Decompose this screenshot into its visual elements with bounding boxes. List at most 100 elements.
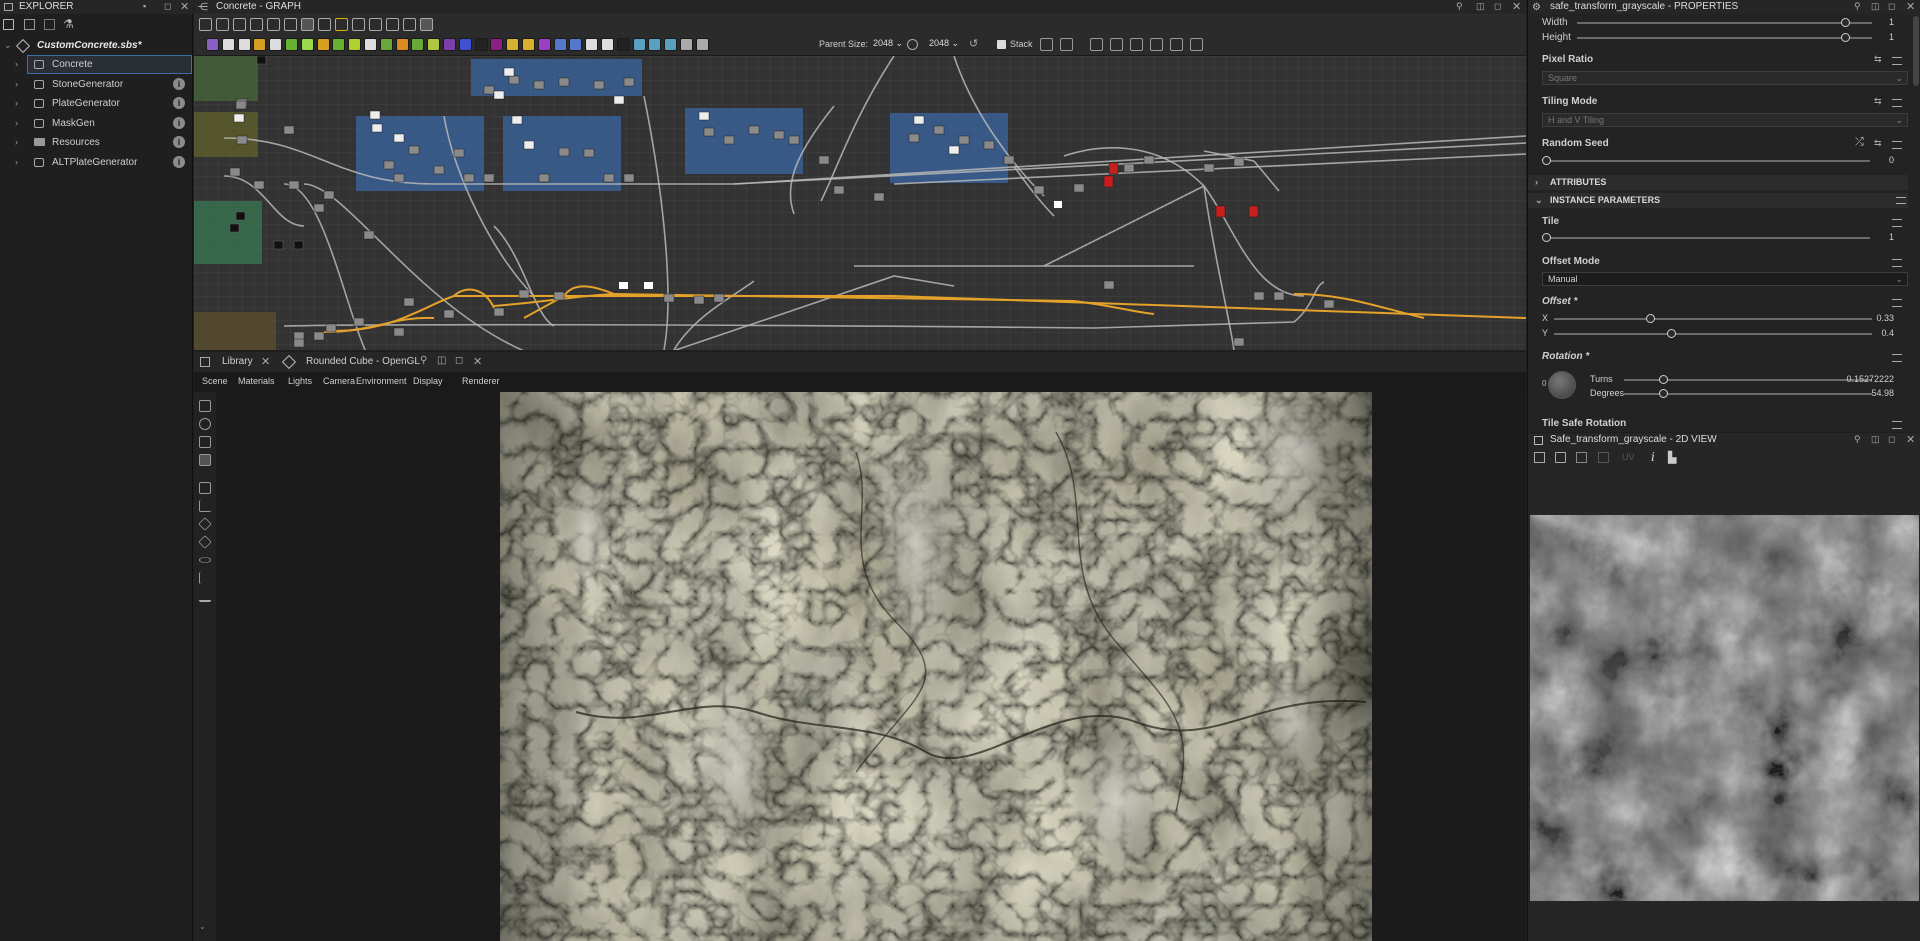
tile-value[interactable]: 1 xyxy=(1889,232,1894,242)
graph-node-white[interactable] xyxy=(233,113,245,123)
graph-node[interactable] xyxy=(283,125,295,135)
info-icon[interactable]: i xyxy=(173,77,185,90)
atomic-node-10-icon[interactable] xyxy=(348,38,362,51)
graph-node[interactable] xyxy=(393,173,405,183)
graph-node[interactable] xyxy=(1203,163,1215,173)
atomic-node-1-icon[interactable] xyxy=(206,38,219,51)
graph-node-red[interactable] xyxy=(1103,175,1114,188)
instance-parameters-section[interactable]: ⌄ INSTANCE PARAMETERS xyxy=(1528,193,1908,208)
float-icon[interactable]: ◫ xyxy=(1871,1,1880,12)
graph-node-white[interactable] xyxy=(948,145,960,155)
export-icon[interactable] xyxy=(403,18,416,31)
random-seed-knob[interactable] xyxy=(1542,156,1551,165)
graph-node-white[interactable] xyxy=(644,282,653,289)
chevron-right-icon[interactable]: › xyxy=(15,56,18,73)
node-graph[interactable] xyxy=(194,56,1526,350)
float-icon[interactable]: ◫ xyxy=(1871,434,1880,445)
graph-node[interactable] xyxy=(1273,291,1285,301)
graph-node[interactable] xyxy=(463,173,475,183)
environment-icon[interactable] xyxy=(199,436,211,448)
close-icon[interactable]: ✕ xyxy=(261,355,270,368)
graph-node[interactable] xyxy=(293,338,305,348)
offset-y-knob[interactable] xyxy=(1667,329,1676,338)
tiling-mode-select[interactable]: H and V Tiling ⌄ xyxy=(1542,113,1908,127)
save-image-icon[interactable] xyxy=(1555,452,1566,463)
frame-icon[interactable] xyxy=(199,482,211,494)
graph-node-white[interactable] xyxy=(913,115,925,125)
publish-icon[interactable]: ⚗ xyxy=(63,17,74,31)
graph-node-white[interactable] xyxy=(523,140,535,150)
atomic-node-19-icon[interactable] xyxy=(490,38,504,51)
graph-node-black[interactable] xyxy=(256,56,267,65)
graph-node[interactable] xyxy=(1143,155,1155,165)
atomic-node-14-icon[interactable] xyxy=(411,38,425,51)
info-icon[interactable]: i xyxy=(173,155,185,168)
atomic-node-18-icon[interactable] xyxy=(474,38,488,51)
graph-node-black[interactable] xyxy=(235,211,246,221)
graph-node[interactable] xyxy=(663,293,675,303)
graph-node-white[interactable] xyxy=(503,67,515,77)
atomic-node-28-icon[interactable] xyxy=(632,38,646,51)
mesh-icon[interactable] xyxy=(198,535,212,549)
tree-item-concrete[interactable]: › Concrete xyxy=(15,55,192,74)
menu-scene[interactable]: Scene xyxy=(202,376,228,386)
fit-icon[interactable] xyxy=(1534,452,1545,463)
distribute-v-icon[interactable] xyxy=(1060,38,1073,51)
graph-node-white[interactable] xyxy=(493,90,505,100)
reset-icon[interactable]: ↺ xyxy=(969,37,978,50)
shuffle-icon[interactable]: ⤮ xyxy=(1855,136,1864,149)
tile-slider[interactable] xyxy=(1550,237,1870,239)
maximize-icon[interactable]: ◻ xyxy=(164,1,171,12)
pan-icon[interactable] xyxy=(216,18,229,31)
menu-camera[interactable]: Camera xyxy=(323,376,355,386)
graph-node[interactable] xyxy=(1003,155,1015,165)
layout-icon[interactable] xyxy=(301,18,314,31)
pin-icon[interactable]: ▪ xyxy=(143,1,146,11)
graph-node-white[interactable] xyxy=(369,110,381,120)
graph-node[interactable] xyxy=(1033,185,1045,195)
graph-node[interactable] xyxy=(508,75,520,85)
graph-node-black[interactable] xyxy=(273,240,284,250)
align-icon[interactable] xyxy=(284,18,297,31)
atomic-node-32-icon[interactable] xyxy=(695,38,709,51)
align-center-icon[interactable] xyxy=(1110,38,1123,51)
info-icon[interactable]: i xyxy=(1651,450,1655,464)
chevron-down-icon[interactable]: ⌄ xyxy=(4,37,12,54)
graph-node[interactable] xyxy=(833,185,845,195)
graph-node-white[interactable] xyxy=(371,123,383,133)
graph-node[interactable] xyxy=(288,180,300,190)
atomic-node-7-icon[interactable] xyxy=(300,38,314,51)
float-icon[interactable]: ◫ xyxy=(1476,1,1485,12)
camera-icon[interactable] xyxy=(199,400,211,412)
frame-icon[interactable] xyxy=(318,18,331,31)
graph-node-white[interactable] xyxy=(393,133,405,143)
graph-node[interactable] xyxy=(933,125,945,135)
graph-node[interactable] xyxy=(873,192,885,202)
atomic-node-8-icon[interactable] xyxy=(316,38,330,51)
graph-node[interactable] xyxy=(353,317,365,327)
menu-icon[interactable] xyxy=(1892,421,1902,429)
chevron-right-icon[interactable]: › xyxy=(15,115,18,132)
atomic-node-24-icon[interactable] xyxy=(569,38,583,51)
snap-icon[interactable] xyxy=(1170,38,1183,51)
offset-x-slider[interactable] xyxy=(1554,318,1872,320)
chevron-right-icon[interactable]: › xyxy=(15,76,18,93)
light-icon[interactable] xyxy=(199,418,211,430)
menu-icon[interactable] xyxy=(1892,354,1902,362)
graph-node[interactable] xyxy=(393,327,405,337)
graph-node[interactable] xyxy=(363,230,375,240)
chevron-right-icon[interactable]: › xyxy=(15,134,18,151)
distribute-h-icon[interactable] xyxy=(1040,38,1053,51)
atomic-node-3-icon[interactable] xyxy=(237,38,251,51)
tree-item-resources[interactable]: › Resources i xyxy=(0,134,193,151)
graph-node[interactable] xyxy=(623,77,635,87)
random-seed-value[interactable]: 0 xyxy=(1889,155,1894,165)
tile-slider-knob[interactable] xyxy=(1542,233,1551,242)
tree-item-altplategenerator[interactable]: › ALTPlateGenerator i xyxy=(0,154,193,171)
graph-node-white[interactable] xyxy=(1054,201,1062,208)
graph-node[interactable] xyxy=(313,331,325,341)
display-icon[interactable] xyxy=(199,454,211,466)
height-value[interactable]: 1 xyxy=(1889,32,1894,42)
atomic-node-12-icon[interactable] xyxy=(379,38,393,51)
close-icon[interactable]: ✕ xyxy=(1512,0,1521,13)
